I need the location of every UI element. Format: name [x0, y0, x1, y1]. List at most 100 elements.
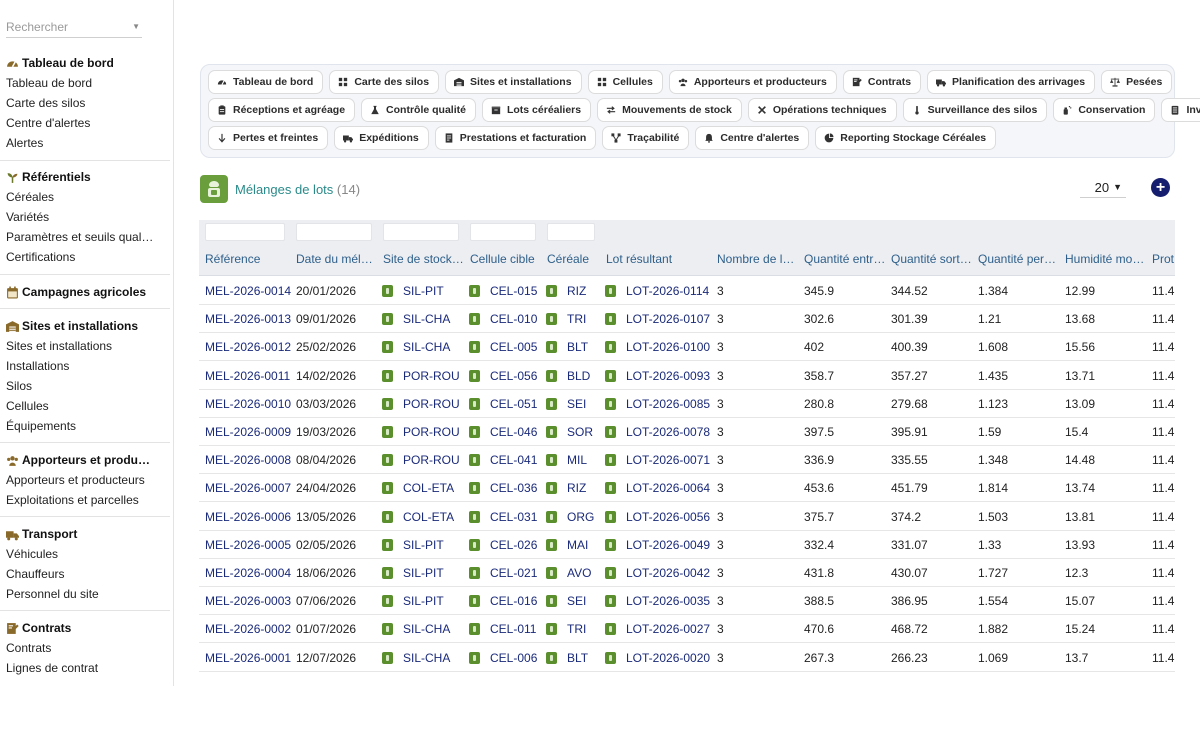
table-row[interactable]: MEL-2026-0013 09/01/2026 SIL-CHA CEL-010 TRI… — [199, 305, 1175, 334]
shortcut-button[interactable]: Prestations et facturation — [434, 126, 597, 150]
sidebar-item[interactable]: Tableau de bord — [0, 73, 170, 93]
table-row[interactable]: MEL-2026-0001 12/07/2026 SIL-CHA CEL-006 BLT… — [199, 644, 1175, 672]
sidebar-item[interactable]: Centre d'alertes — [0, 113, 170, 133]
table-cell[interactable]: LOT-2026-0071 — [605, 446, 711, 474]
shortcut-button[interactable]: Traçabilité — [602, 126, 690, 150]
sidebar-item[interactable]: Apporteurs et producteurs — [0, 470, 170, 490]
table-cell[interactable]: CEL-036 — [469, 474, 541, 502]
table-cell[interactable]: SIL-CHA — [382, 644, 464, 672]
shortcut-button[interactable]: Réceptions et agréage — [208, 98, 356, 122]
search-input[interactable]: Rechercher ▼ — [6, 16, 142, 38]
shortcut-button[interactable]: Apporteurs et producteurs — [668, 70, 837, 94]
table-cell[interactable]: MAI — [546, 531, 600, 559]
sidebar-item[interactable]: Paramètres et seuils qual… — [0, 227, 170, 247]
table-row[interactable]: MEL-2026-0011 14/02/2026 POR-ROU CEL-056 BLD… — [199, 362, 1175, 390]
table-row[interactable]: MEL-2026-0009 19/03/2026 POR-ROU CEL-046 SOR… — [199, 418, 1175, 446]
table-cell[interactable]: MEL-2026-0011 — [205, 362, 291, 390]
sidebar-item[interactable]: Silos — [0, 376, 170, 396]
table-cell[interactable]: MEL-2026-0007 — [205, 474, 291, 502]
table-cell[interactable]: LOT-2026-0042 — [605, 559, 711, 587]
column-filter-input[interactable] — [296, 223, 372, 241]
table-row[interactable]: MEL-2026-0006 13/05/2026 COL-ETA CEL-031 ORG… — [199, 503, 1175, 531]
table-row[interactable]: MEL-2026-0007 24/04/2026 COL-ETA CEL-036 RIZ… — [199, 474, 1175, 503]
table-cell[interactable]: LOT-2026-0093 — [605, 362, 711, 390]
table-cell[interactable]: LOT-2026-0064 — [605, 474, 711, 502]
table-cell[interactable]: CEL-010 — [469, 305, 541, 333]
table-cell[interactable]: MEL-2026-0005 — [205, 531, 291, 559]
shortcut-button[interactable]: Surveillance des silos — [902, 98, 1048, 122]
shortcut-button[interactable]: Carte des silos — [329, 70, 440, 94]
table-cell[interactable]: MEL-2026-0003 — [205, 587, 291, 615]
shortcut-button[interactable]: Expéditions — [334, 126, 429, 150]
table-cell[interactable]: POR-ROU — [382, 362, 464, 390]
column-filter-input[interactable] — [547, 223, 595, 241]
table-cell[interactable]: LOT-2026-0020 — [605, 644, 711, 672]
table-cell[interactable]: CEL-011 — [469, 615, 541, 643]
table-cell[interactable]: LOT-2026-0107 — [605, 305, 711, 333]
sidebar-item[interactable]: Exploitations et parcelles — [0, 490, 170, 510]
shortcut-button[interactable]: Pesées — [1101, 70, 1173, 94]
table-cell[interactable]: POR-ROU — [382, 446, 464, 474]
table-cell[interactable]: SIL-PIT — [382, 559, 464, 587]
table-cell[interactable]: CEL-006 — [469, 644, 541, 672]
table-row[interactable]: MEL-2026-0003 07/06/2026 SIL-PIT CEL-016 SEI… — [199, 587, 1175, 616]
table-cell[interactable]: LOT-2026-0114 — [605, 277, 711, 305]
table-cell[interactable]: SIL-CHA — [382, 333, 464, 361]
sidebar-item[interactable]: Lignes de contrat — [0, 658, 170, 678]
column-header[interactable]: Prot — [1152, 252, 1175, 266]
table-row[interactable]: MEL-2026-0002 01/07/2026 SIL-CHA CEL-011 TRI… — [199, 615, 1175, 644]
sidebar-item[interactable]: Installations — [0, 356, 170, 376]
shortcut-button[interactable]: Planification des arrivages — [927, 70, 1096, 94]
add-record-button[interactable]: + — [1151, 178, 1170, 197]
table-cell[interactable]: MEL-2026-0010 — [205, 390, 291, 418]
sidebar-section-header[interactable]: Campagnes agricoles — [0, 282, 170, 302]
column-header[interactable]: Date du mél… — [296, 252, 378, 266]
column-header[interactable]: Quantité entr… — [804, 252, 886, 266]
table-cell[interactable]: COL-ETA — [382, 503, 464, 531]
table-cell[interactable]: MEL-2026-0001 — [205, 644, 291, 672]
table-cell[interactable]: CEL-031 — [469, 503, 541, 531]
table-cell[interactable]: RIZ — [546, 277, 600, 305]
table-cell[interactable]: TRI — [546, 615, 600, 643]
shortcut-button[interactable]: Mouvements de stock — [597, 98, 742, 122]
sidebar-section-header[interactable]: Sites et installations — [0, 316, 170, 336]
table-cell[interactable]: CEL-056 — [469, 362, 541, 390]
column-header[interactable]: Référence — [205, 252, 291, 266]
sidebar-item[interactable]: Équipements — [0, 416, 170, 436]
shortcut-button[interactable]: Tableau de bord — [208, 70, 324, 94]
table-row[interactable]: MEL-2026-0004 18/06/2026 SIL-PIT CEL-021 AVO… — [199, 559, 1175, 587]
table-cell[interactable]: CEL-051 — [469, 390, 541, 418]
table-cell[interactable]: LOT-2026-0049 — [605, 531, 711, 559]
column-header[interactable]: Quantité sort… — [891, 252, 973, 266]
column-header[interactable]: Cellule cible — [470, 252, 542, 266]
shortcut-button[interactable]: Pertes et freintes — [208, 126, 329, 150]
column-header[interactable]: Quantité per… — [978, 252, 1060, 266]
table-cell[interactable]: SIL-PIT — [382, 531, 464, 559]
shortcut-button[interactable]: Inventaires — [1161, 98, 1200, 122]
table-cell[interactable]: BLT — [546, 333, 600, 361]
sidebar-item[interactable]: Alertes — [0, 133, 170, 153]
shortcut-button[interactable]: Contrats — [842, 70, 922, 94]
column-header[interactable]: Céréale — [547, 252, 601, 266]
column-header[interactable]: Humidité mo… — [1065, 252, 1147, 266]
page-size-select[interactable]: 20 ▼ — [1080, 177, 1126, 198]
table-cell[interactable]: SIL-CHA — [382, 305, 464, 333]
sidebar-item[interactable]: Céréales — [0, 187, 170, 207]
table-cell[interactable]: POR-ROU — [382, 418, 464, 446]
table-cell[interactable]: MEL-2026-0014 — [205, 277, 291, 305]
table-cell[interactable]: SIL-CHA — [382, 615, 464, 643]
table-cell[interactable]: BLT — [546, 644, 600, 672]
table-cell[interactable]: MIL — [546, 446, 600, 474]
shortcut-button[interactable]: Centre d'alertes — [695, 126, 810, 150]
table-cell[interactable]: SEI — [546, 587, 600, 615]
table-cell[interactable]: SOR — [546, 418, 600, 446]
table-cell[interactable]: LOT-2026-0027 — [605, 615, 711, 643]
table-cell[interactable]: ORG — [546, 503, 600, 531]
table-cell[interactable]: LOT-2026-0100 — [605, 333, 711, 361]
column-header[interactable]: Site de stock… — [383, 252, 465, 266]
table-cell[interactable]: SEI — [546, 390, 600, 418]
table-row[interactable]: MEL-2026-0010 03/03/2026 POR-ROU CEL-051 SEI… — [199, 390, 1175, 418]
sidebar-item[interactable]: Personnel du site — [0, 584, 170, 604]
table-cell[interactable]: MEL-2026-0009 — [205, 418, 291, 446]
shortcut-button[interactable]: Reporting Stockage Céréales — [815, 126, 997, 150]
